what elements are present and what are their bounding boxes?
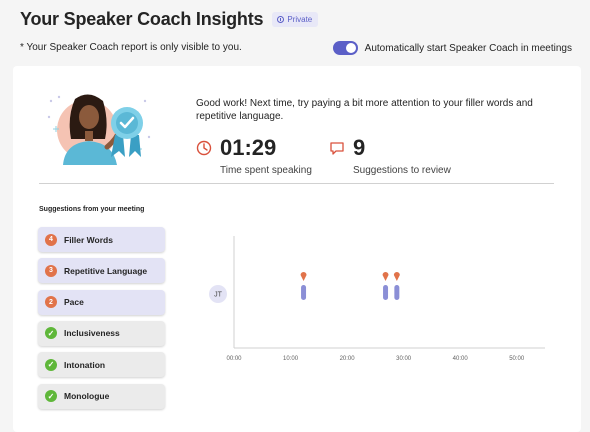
suggestions-label: Suggestions to review	[353, 165, 451, 176]
suggestion-marker	[393, 272, 400, 281]
x-tick-label: 00:00	[226, 356, 242, 362]
x-tick-label: 20:00	[340, 356, 356, 362]
speech-segment	[383, 285, 389, 300]
suggestions-title: Suggestions from your meeting	[39, 206, 145, 213]
suggestion-monologue[interactable]: ✓ Monologue	[38, 383, 165, 409]
private-icon	[277, 16, 285, 23]
suggestions-stat: 9	[329, 135, 365, 161]
suggestions-value: 9	[353, 135, 366, 160]
suggestion-label: Pace	[64, 297, 84, 308]
privacy-note: * Your Speaker Coach report is only visi…	[20, 42, 242, 53]
suggestion-intonation[interactable]: ✓ Intonation	[38, 352, 165, 378]
divider	[39, 183, 554, 184]
page-title: Your Speaker Coach Insights	[20, 9, 264, 29]
time-label: Time spent speaking	[220, 165, 312, 176]
time-value: 01:29	[220, 135, 277, 160]
private-badge: Private	[272, 12, 319, 27]
suggestion-label: Inclusiveness	[64, 328, 120, 339]
check-icon: ✓	[45, 390, 57, 402]
suggestion-marker	[382, 272, 389, 281]
speaker-initials: JT	[214, 292, 223, 299]
suggestion-marker	[300, 272, 307, 281]
speaking-timeline: 00:00 10:00 20:00 30:00 40:00 50:00 JT	[209, 236, 545, 362]
toggle-knob	[345, 43, 356, 53]
suggestion-pace[interactable]: 2 Pace	[38, 289, 165, 315]
speech-segment	[394, 285, 400, 300]
x-tick-label: 40:00	[453, 356, 469, 362]
coach-message: Good work! Next time, try paying a bit m…	[196, 98, 533, 122]
speech-bubble-icon	[330, 142, 344, 155]
suggestion-filler-words[interactable]: 4 Filler Words	[38, 227, 165, 252]
header: Your Speaker Coach Insights Private	[20, 9, 319, 30]
x-tick-label: 30:00	[396, 356, 412, 362]
speaker-illustration	[47, 94, 151, 165]
check-icon: ✓	[45, 327, 57, 340]
auto-start-label: Automatically start Speaker Coach in mee…	[364, 42, 572, 54]
suggestion-label: Monologue	[64, 391, 110, 401]
x-tick-label: 50:00	[509, 356, 525, 362]
check-icon: ✓	[45, 358, 57, 371]
suggestion-label: Repetitive Language	[64, 265, 148, 276]
suggestion-label: Intonation	[64, 359, 106, 370]
suggestion-inclusiveness[interactable]: ✓ Inclusiveness	[38, 320, 165, 346]
suggestion-count: 2	[45, 296, 57, 309]
private-badge-label: Private	[287, 15, 313, 24]
auto-start-row: Automatically start Speaker Coach in mee…	[332, 41, 572, 55]
speech-segment	[301, 285, 307, 300]
suggestion-repetitive-language[interactable]: 3 Repetitive Language	[38, 258, 165, 284]
auto-start-toggle[interactable]	[332, 41, 358, 55]
suggestion-count: 4	[45, 233, 57, 246]
clock-icon	[196, 140, 212, 156]
time-stat: 01:29	[196, 135, 276, 161]
x-tick-label: 10:00	[283, 356, 299, 362]
suggestion-label: Filler Words	[64, 234, 113, 245]
suggestion-count: 3	[45, 264, 57, 277]
